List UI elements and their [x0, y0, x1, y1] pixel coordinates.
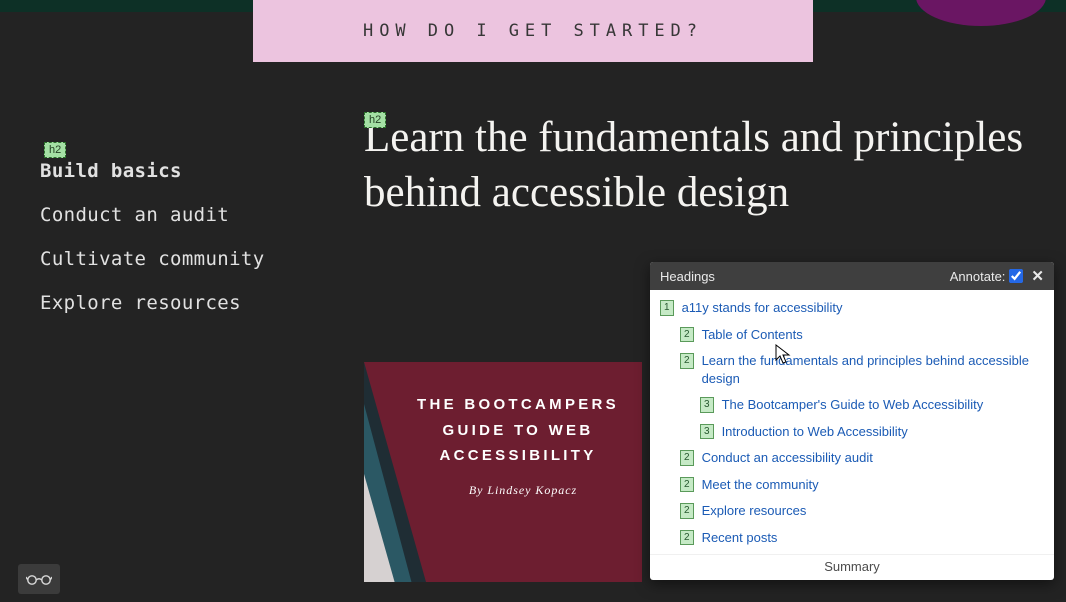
- main-heading-section: h2 Learn the fundamentals and principles…: [364, 108, 1024, 220]
- top-accent-left: [0, 0, 253, 12]
- summary-link[interactable]: Summary: [650, 554, 1054, 580]
- book-cover[interactable]: THE BOOTCAMPERS GUIDE TO WEB ACCESSIBILI…: [364, 362, 642, 582]
- heading-level-badge: 2: [680, 450, 694, 466]
- heading-item-text: Explore resources: [702, 502, 807, 520]
- sidebar-item-build-basics[interactable]: Build basics: [40, 160, 265, 182]
- heading-item-text: Recent posts: [702, 529, 778, 547]
- page-heading: Learn the fundamentals and principles be…: [364, 110, 1024, 220]
- heading-item-text: Learn the fundamentals and principles be…: [702, 352, 1048, 387]
- heading-item-text: Meet the community: [702, 476, 819, 494]
- headings-panel-title: Headings: [660, 269, 715, 284]
- top-banner: HOW DO I GET STARTED?: [0, 0, 1066, 62]
- cta-text: HOW DO I GET STARTED?: [363, 21, 703, 41]
- close-icon[interactable]: ✕: [1031, 267, 1044, 285]
- heading-level-tag: h2: [364, 112, 386, 128]
- headings-item[interactable]: 2 Explore resources: [680, 499, 1050, 526]
- headings-item[interactable]: 3 The Bootcamper's Guide to Web Accessibi…: [700, 393, 1050, 420]
- sidebar-item-explore-resources[interactable]: Explore resources: [40, 292, 265, 314]
- heading-level-badge: 2: [680, 327, 694, 343]
- sidebar-item-cultivate-community[interactable]: Cultivate community: [40, 248, 265, 270]
- heading-level-badge: 1: [660, 300, 674, 316]
- heading-level-badge: 2: [680, 503, 694, 519]
- top-accent-right: [813, 0, 1066, 12]
- heading-item-text: Conduct an accessibility audit: [702, 449, 873, 467]
- glasses-icon: [26, 572, 52, 586]
- headings-item[interactable]: 2 Recent posts: [680, 526, 1050, 553]
- toc-sidebar: h2 Build basics Conduct an audit Cultiva…: [40, 138, 265, 336]
- decorative-blob: [916, 0, 1046, 26]
- heading-level-badge: 2: [680, 530, 694, 546]
- headings-item[interactable]: 1 a11y stands for accessibility: [660, 296, 1050, 323]
- headings-item[interactable]: 2 Table of Contents: [680, 323, 1050, 350]
- headings-panel: Headings Annotate: ✕ 1 a11y stands for ac…: [650, 262, 1054, 580]
- headings-item[interactable]: 3 Introduction to Web Accessibility: [700, 420, 1050, 447]
- headings-list[interactable]: 1 a11y stands for accessibility 2 Table of …: [650, 290, 1054, 554]
- book-author: By Lindsey Kopacz: [404, 483, 642, 498]
- heading-level-badge: 2: [680, 477, 694, 493]
- annotate-checkbox[interactable]: [1009, 269, 1023, 283]
- headings-item[interactable]: 2 Conduct an accessibility audit: [680, 446, 1050, 473]
- heading-level-badge: 3: [700, 424, 714, 440]
- headings-item[interactable]: 2 Meet the community: [680, 473, 1050, 500]
- heading-level-tag: h2: [44, 142, 66, 158]
- heading-level-badge: 2: [680, 353, 694, 369]
- heading-item-text: Introduction to Web Accessibility: [722, 423, 908, 441]
- annotate-label: Annotate:: [950, 269, 1006, 284]
- book-triangle-light: [364, 474, 398, 582]
- sidebar-item-conduct-audit[interactable]: Conduct an audit: [40, 204, 265, 226]
- heading-level-badge: 3: [700, 397, 714, 413]
- heading-item-text: Table of Contents: [702, 326, 803, 344]
- headings-item[interactable]: 2 Learn the fundamentals and principles b…: [680, 349, 1050, 393]
- extension-toggle[interactable]: [18, 564, 60, 594]
- heading-item-text: a11y stands for accessibility: [682, 299, 843, 317]
- book-title: THE BOOTCAMPERS GUIDE TO WEB ACCESSIBILI…: [414, 392, 622, 469]
- headings-panel-header[interactable]: Headings Annotate: ✕: [650, 262, 1054, 290]
- heading-item-text: The Bootcamper's Guide to Web Accessibil…: [722, 396, 984, 414]
- cta-banner[interactable]: HOW DO I GET STARTED?: [253, 0, 813, 62]
